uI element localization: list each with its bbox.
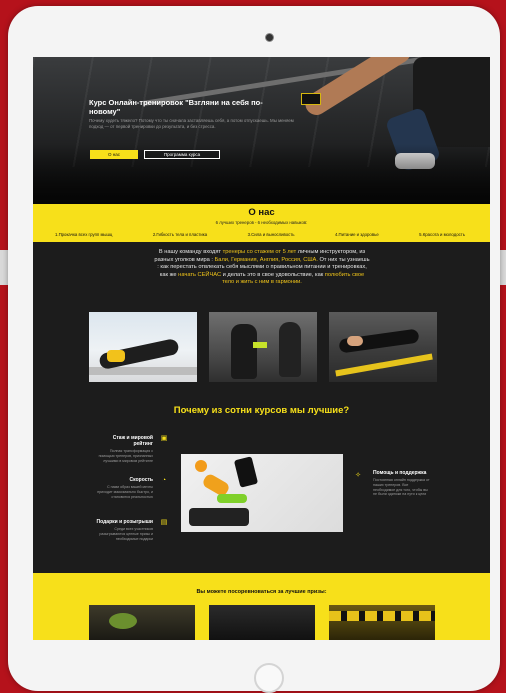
home-button[interactable] xyxy=(254,663,284,693)
intro-highlight: начать СЕЙЧАС xyxy=(178,271,222,278)
intro-highlight: тренеры со стажем от 5 лет xyxy=(222,249,297,255)
feature-desc: Среди всех участников разыгрываются ценн… xyxy=(99,527,153,541)
photo-towel xyxy=(189,508,249,526)
photo-arm xyxy=(347,336,363,346)
photo-stripe xyxy=(329,611,435,621)
feature-gifts: Подарки и розыгрыши Среди всех участнико… xyxy=(95,519,168,541)
photo-dumbbell xyxy=(217,494,247,503)
about-section: О нас 6 лучших тренеров - 6 необходимых … xyxy=(33,204,490,242)
handshake-icon: ✧ xyxy=(355,472,361,479)
prizes-section: Вы можете посоревноваться за лучшие приз… xyxy=(33,573,490,640)
feature-title: Подарки и розыгрыши xyxy=(96,519,153,525)
photo-band xyxy=(253,342,267,348)
photo-phone xyxy=(233,456,259,488)
prizes-title: Вы можете посоревноваться за лучшие приз… xyxy=(196,589,327,595)
skill-item: 1.Прокачка всех групп мышц xyxy=(55,232,113,237)
photo-orange xyxy=(195,460,207,472)
skill-item: 3.Сила и выносливость xyxy=(247,232,295,237)
photo-machine xyxy=(335,353,433,377)
feature-title: Помощь и поддержка xyxy=(373,470,427,476)
about-heading: О нас xyxy=(248,207,275,218)
prize-photo xyxy=(329,605,435,640)
workout-photo xyxy=(209,312,317,382)
camera-icon xyxy=(265,33,274,42)
intro-text: и делать это в свое удовольствие, как xyxy=(221,271,325,278)
intro-highlight: Бали, Германия, Англия, Россия, США. xyxy=(214,256,318,263)
workout-photo xyxy=(329,312,437,382)
feature-experience: Стаж и мировой рейтинг Полная трансформа… xyxy=(95,435,168,463)
feature-desc: С нами образ вашей мечты приходит максим… xyxy=(97,485,153,499)
feature-desc: Полная трансформация с помощью тренеров,… xyxy=(98,449,153,463)
photo-person xyxy=(279,322,301,377)
feature-title: Скорость xyxy=(129,477,153,483)
speed-icon: ◔ xyxy=(161,477,167,484)
gift-icon: ▤ xyxy=(160,519,168,526)
feature-desc: Постоянная онлайн поддержка от наших тре… xyxy=(373,478,430,497)
skill-item: 4.Питание и здоровье xyxy=(334,232,379,237)
prize-photo xyxy=(209,605,315,640)
photo-food xyxy=(109,613,137,629)
workout-photo xyxy=(89,312,197,382)
photo-person xyxy=(231,324,257,379)
about-subheading: 6 лучших тренеров - 6 необходимых навыко… xyxy=(215,220,308,225)
skill-item: 5.Красота и молодость xyxy=(419,232,465,237)
fitness-items-photo xyxy=(181,454,343,532)
why-us-title: Почему из сотни курсов мы лучшие? xyxy=(173,405,350,416)
website-screen: Курс Онлайн-тренировок "Взгляни на себя … xyxy=(33,57,490,640)
about-intro-text: В нашу команду входят тренеры со стажем … xyxy=(153,249,371,287)
feature-speed: Скорость С нами образ вашей мечты приход… xyxy=(95,477,166,499)
feature-title: Стаж и мировой рейтинг xyxy=(112,435,153,447)
prize-photo xyxy=(89,605,195,640)
hero-wristband xyxy=(301,93,321,105)
certificate-icon: ▣ xyxy=(160,435,168,442)
hero-subtitle: Почему худеть тяжело? Потому что ты снач… xyxy=(89,118,294,129)
hero-title: Курс Онлайн-тренировок "Взгляни на себя … xyxy=(89,98,263,116)
hero-section: Курс Онлайн-тренировок "Взгляни на себя … xyxy=(33,57,490,204)
program-button[interactable]: Программа курса xyxy=(144,150,220,159)
intro-text: В нашу команду входят xyxy=(158,249,223,255)
skills-list: 1.Прокачка всех групп мышц 2.Гибкость те… xyxy=(55,232,465,237)
skill-item: 2.Гибкость тела и пластика xyxy=(152,232,208,237)
photo-top xyxy=(107,350,125,362)
about-button[interactable]: О нас xyxy=(90,150,138,159)
feature-support: ✧ Помощь и поддержка Постоянная онлайн п… xyxy=(355,470,431,497)
